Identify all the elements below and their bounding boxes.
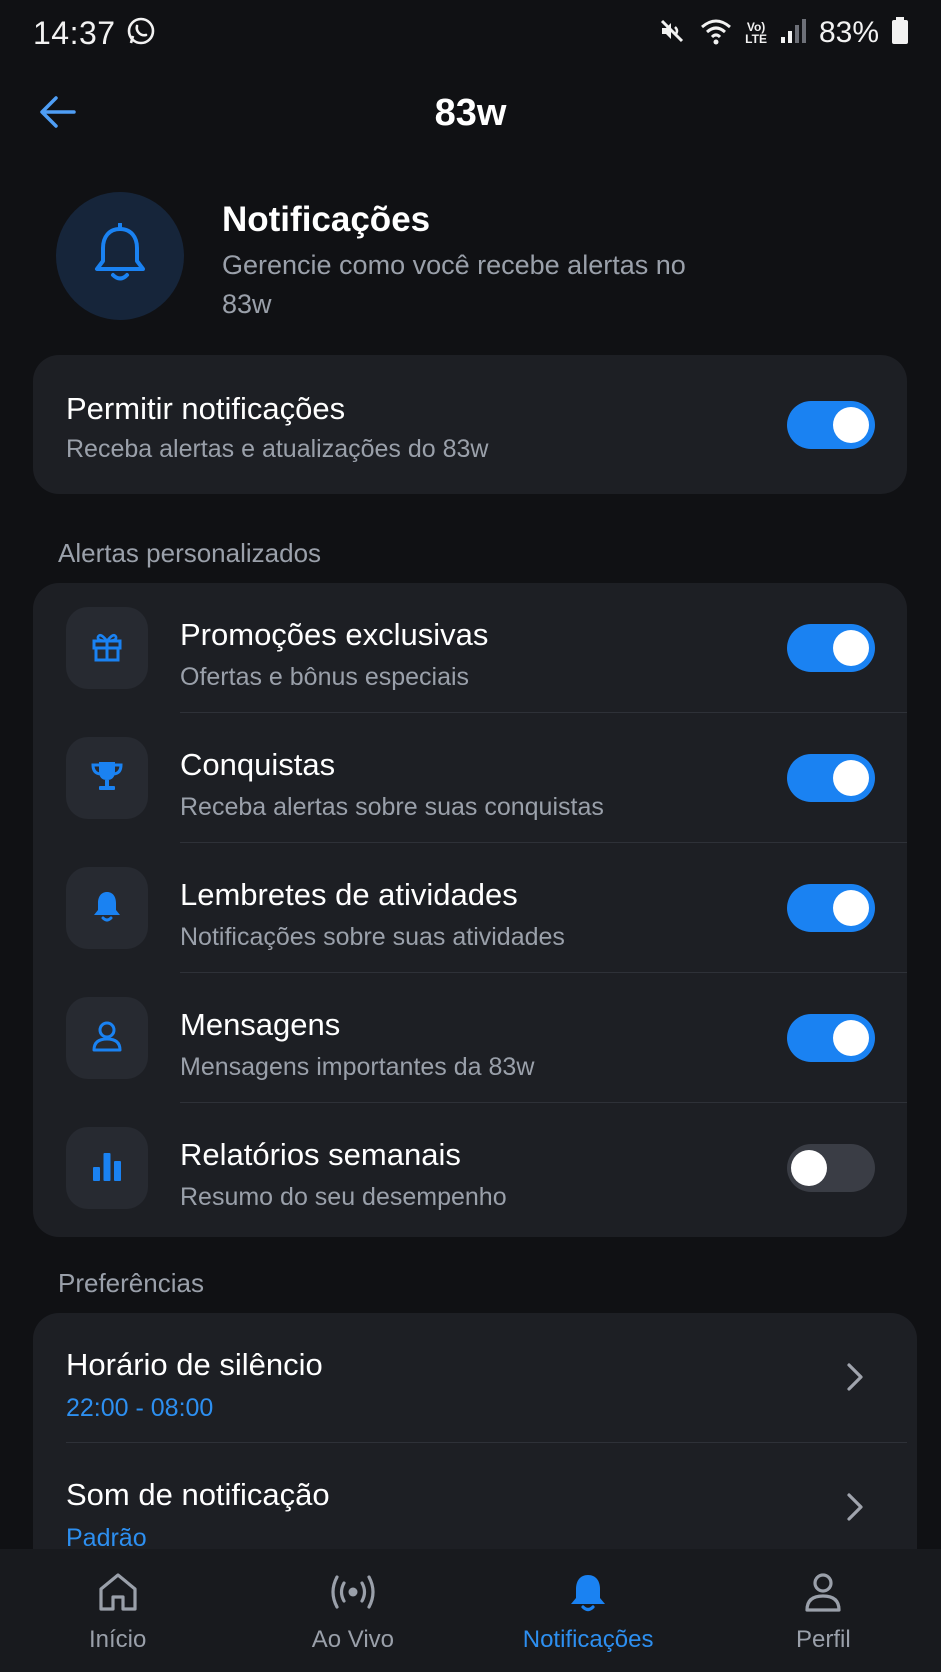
notifications-header: Notificações Gerencie como você recebe a… bbox=[56, 192, 906, 322]
status-bar: 14:37 Vo) LTE 83% bbox=[0, 0, 941, 66]
section-label-alerts: Alertas personalizados bbox=[58, 538, 322, 568]
messages-toggle[interactable] bbox=[787, 1014, 875, 1062]
alert-subtitle: Resumo do seu desempenho bbox=[180, 1183, 507, 1211]
trophy-icon bbox=[90, 759, 124, 798]
bell-icon bbox=[92, 221, 148, 290]
nav-label: Perfil bbox=[796, 1626, 851, 1653]
gift-icon bbox=[90, 629, 124, 668]
activity-reminders-toggle[interactable] bbox=[787, 884, 875, 932]
custom-alerts-card: Promoções exclusivas Ofertas e bônus esp… bbox=[33, 583, 907, 1237]
promotions-toggle[interactable] bbox=[787, 624, 875, 672]
nav-label: Início bbox=[88, 1626, 147, 1653]
alert-icon-container bbox=[66, 997, 148, 1079]
alert-title: Conquistas bbox=[180, 747, 336, 782]
alert-subtitle: Ofertas e bônus especiais bbox=[180, 663, 470, 691]
whatsapp-icon bbox=[126, 16, 156, 51]
header-subtitle: Gerencie como você recebe alertas no 83w bbox=[222, 250, 686, 319]
alert-row-messages[interactable]: Mensagens Mensagens importantes da 83w bbox=[33, 973, 907, 1102]
app-title: 83w bbox=[434, 91, 507, 134]
alert-subtitle: Notificações sobre suas atividades bbox=[180, 923, 565, 951]
battery-percentage: 83% bbox=[818, 16, 879, 49]
toggle-knob bbox=[791, 1150, 827, 1186]
status-time: 14:37 bbox=[33, 14, 116, 51]
status-left: 14:37 bbox=[33, 15, 156, 52]
header-title: Notificações bbox=[222, 200, 431, 239]
arrow-left-icon bbox=[38, 94, 78, 135]
toggle-knob bbox=[833, 890, 869, 926]
allow-notifications-subtitle: Receba alertas e atualizações do 83w bbox=[66, 435, 489, 463]
nav-item-live[interactable]: Ao Vivo bbox=[235, 1549, 470, 1672]
nav-label: Ao Vivo bbox=[311, 1626, 395, 1653]
nav-item-notifications[interactable]: Notificações bbox=[471, 1549, 706, 1672]
status-right: Vo) LTE 83% bbox=[657, 16, 909, 51]
toggle-knob bbox=[833, 1020, 869, 1056]
signal-icon bbox=[779, 17, 807, 50]
toggle-knob bbox=[833, 760, 869, 796]
alert-row-promotions[interactable]: Promoções exclusivas Ofertas e bônus esp… bbox=[33, 583, 907, 712]
alert-icon-container bbox=[66, 607, 148, 689]
bell-icon bbox=[568, 1571, 608, 1618]
toggle-knob bbox=[833, 630, 869, 666]
user-icon bbox=[802, 1571, 844, 1618]
alert-icon-container bbox=[66, 867, 148, 949]
allow-notifications-card: Permitir notificações Receba alertas e a… bbox=[33, 355, 907, 494]
pref-value: 22:00 - 08:00 bbox=[66, 1394, 214, 1422]
quiet-hours-row[interactable]: Horário de silêncio 22:00 - 08:00 bbox=[33, 1313, 917, 1439]
toggle-knob bbox=[833, 407, 869, 443]
pref-title: Horário de silêncio bbox=[66, 1347, 323, 1382]
weekly-reports-toggle[interactable] bbox=[787, 1144, 875, 1192]
alert-row-activity-reminders[interactable]: Lembretes de atividades Notificações sob… bbox=[33, 843, 907, 972]
achievements-toggle[interactable] bbox=[787, 754, 875, 802]
header-icon-container bbox=[56, 192, 184, 320]
user-icon bbox=[90, 1019, 124, 1058]
alert-row-achievements[interactable]: Conquistas Receba alertas sobre suas con… bbox=[33, 713, 907, 842]
bottom-navigation: Início Ao Vivo Notificações Perfil bbox=[0, 1549, 941, 1672]
alert-row-weekly-reports[interactable]: Relatórios semanais Resumo do seu desemp… bbox=[33, 1103, 907, 1232]
alert-subtitle: Mensagens importantes da 83w bbox=[180, 1053, 535, 1081]
volte-icon: Vo) LTE bbox=[745, 20, 767, 46]
nav-item-profile[interactable]: Perfil bbox=[706, 1549, 941, 1672]
allow-notifications-toggle[interactable] bbox=[787, 401, 875, 449]
app-bar: 83w bbox=[0, 80, 941, 146]
chevron-right-icon bbox=[845, 1361, 865, 1398]
back-button[interactable] bbox=[34, 92, 82, 136]
alert-icon-container bbox=[66, 1127, 148, 1209]
bell-icon bbox=[91, 889, 123, 928]
alert-title: Lembretes de atividades bbox=[180, 877, 518, 912]
alert-title: Relatórios semanais bbox=[180, 1137, 461, 1172]
bar-chart-icon bbox=[90, 1149, 124, 1188]
nav-item-home[interactable]: Início bbox=[0, 1549, 235, 1672]
chevron-right-icon bbox=[845, 1491, 865, 1528]
allow-notifications-title: Permitir notificações bbox=[66, 391, 346, 426]
alert-title: Mensagens bbox=[180, 1007, 341, 1042]
battery-icon bbox=[891, 16, 909, 51]
alert-icon-container bbox=[66, 737, 148, 819]
alert-title: Promoções exclusivas bbox=[180, 617, 489, 652]
alert-subtitle: Receba alertas sobre suas conquistas bbox=[180, 793, 604, 821]
nav-label: Notificações bbox=[522, 1626, 654, 1653]
broadcast-icon bbox=[329, 1571, 377, 1618]
pref-title: Som de notificação bbox=[66, 1477, 330, 1512]
section-label-preferences: Preferências bbox=[58, 1268, 204, 1298]
mute-icon bbox=[657, 16, 687, 51]
home-icon bbox=[96, 1571, 140, 1618]
wifi-icon bbox=[699, 16, 733, 51]
